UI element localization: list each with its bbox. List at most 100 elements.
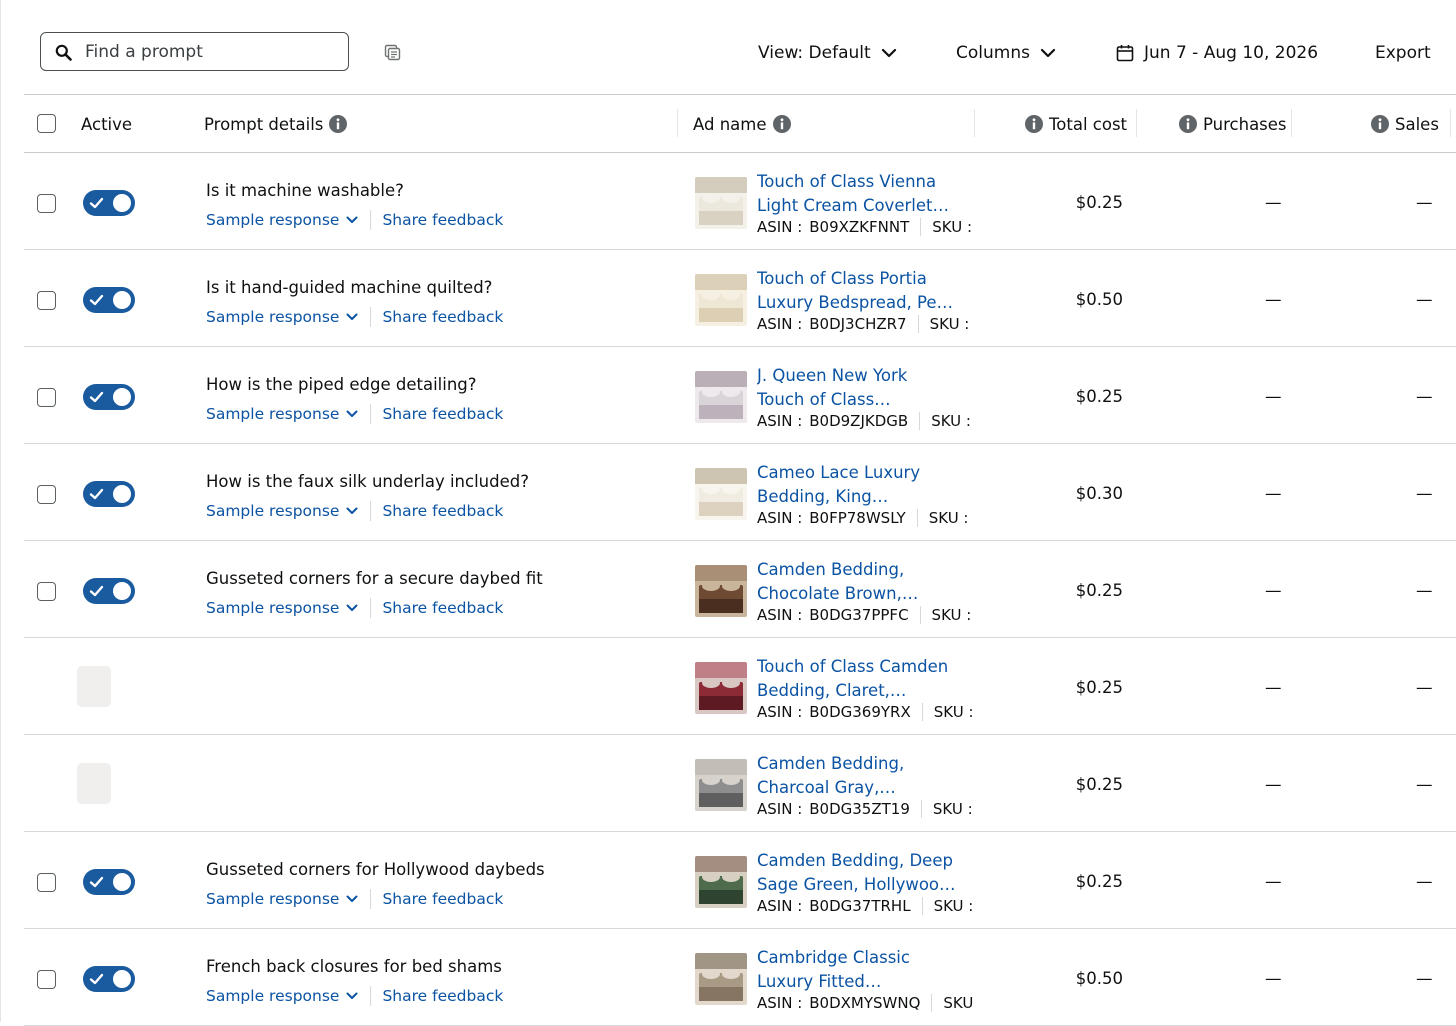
total-cost-value: $0.50 bbox=[1075, 290, 1123, 309]
prompt-actions: Sample response Share feedback bbox=[206, 985, 503, 1007]
info-icon[interactable] bbox=[772, 115, 791, 133]
date-range-picker[interactable]: Jun 7 - Aug 10, 2026 bbox=[1116, 41, 1318, 65]
total-cost-value: $0.25 bbox=[1075, 775, 1123, 794]
ad-name-line-1: J. Queen New York bbox=[757, 366, 908, 385]
ad-name-link[interactable]: Camden Bedding, Deep Sage Green, Hollywo… bbox=[757, 849, 972, 896]
sample-response-link[interactable]: Sample response bbox=[206, 502, 358, 520]
asin-label: ASIN : bbox=[757, 897, 803, 915]
columns-dropdown[interactable]: Columns bbox=[956, 41, 1056, 65]
share-feedback-link[interactable]: Share feedback bbox=[382, 599, 503, 617]
ad-meta: ASIN : B0DG369YRX SKU : bbox=[757, 702, 974, 722]
info-icon[interactable] bbox=[329, 115, 348, 133]
ad-name-link[interactable]: Camden Bedding, Charcoal Gray,… bbox=[757, 752, 972, 799]
ad-name-link[interactable]: Cambridge Classic Luxury Fitted… bbox=[757, 946, 972, 993]
active-toggle[interactable] bbox=[83, 869, 135, 895]
row-checkbox[interactable] bbox=[37, 388, 56, 407]
export-button[interactable]: Export bbox=[1375, 41, 1431, 65]
row-checkbox[interactable] bbox=[37, 485, 56, 504]
link-divider bbox=[370, 889, 372, 909]
header-purchases[interactable]: Purchases bbox=[1179, 114, 1287, 134]
asin-value: B0FP78WSLY bbox=[809, 509, 906, 527]
share-feedback-link[interactable]: Share feedback bbox=[382, 405, 503, 423]
active-toggle[interactable] bbox=[83, 190, 135, 216]
search-box[interactable] bbox=[40, 32, 349, 71]
info-icon[interactable] bbox=[1025, 115, 1043, 133]
meta-divider bbox=[919, 606, 921, 624]
header-ad-name[interactable]: Ad name bbox=[693, 114, 791, 134]
header-prompt-details[interactable]: Prompt details bbox=[204, 114, 348, 134]
sku-label: SKU : bbox=[931, 412, 971, 430]
header-total-cost[interactable]: Total cost bbox=[1025, 114, 1127, 134]
asin-label: ASIN : bbox=[757, 218, 803, 236]
ad-name-link[interactable]: Cameo Lace Luxury Bedding, King… bbox=[757, 461, 972, 508]
sample-response-link[interactable]: Sample response bbox=[206, 308, 358, 326]
share-feedback-link[interactable]: Share feedback bbox=[382, 890, 503, 908]
row-checkbox[interactable] bbox=[37, 582, 56, 601]
sku-label: SKU : bbox=[933, 703, 974, 721]
purchases-value: — bbox=[1265, 387, 1282, 406]
select-all-checkbox[interactable] bbox=[37, 114, 56, 133]
sample-response-link[interactable]: Sample response bbox=[206, 890, 358, 908]
active-toggle[interactable] bbox=[83, 578, 135, 604]
ad-name-line-2: Luxury Bedspread, Pe… bbox=[757, 292, 954, 312]
sample-response-link[interactable]: Sample response bbox=[206, 599, 358, 617]
link-divider bbox=[370, 404, 372, 424]
ad-name-link[interactable]: J. Queen New York Touch of Class… bbox=[757, 364, 972, 411]
toggle-knob bbox=[113, 194, 131, 212]
table-header: Active Prompt details Ad name Total cost… bbox=[24, 95, 1456, 152]
share-feedback-link[interactable]: Share feedback bbox=[382, 211, 503, 229]
check-icon bbox=[89, 294, 104, 306]
ad-name-line-1: Camden Bedding, Deep bbox=[757, 851, 953, 870]
copy-prompts-icon[interactable] bbox=[384, 44, 401, 61]
header-total-cost-label: Total cost bbox=[1049, 114, 1128, 134]
ad-name-line-2: Chocolate Brown,… bbox=[757, 583, 919, 603]
sales-value: — bbox=[1416, 290, 1433, 309]
row-checkbox[interactable] bbox=[37, 291, 56, 310]
column-divider bbox=[1450, 109, 1451, 137]
view-dropdown[interactable]: View: Default bbox=[758, 41, 897, 65]
prompt-actions: Sample response Share feedback bbox=[206, 888, 503, 910]
total-cost-value: $0.30 bbox=[1075, 484, 1123, 503]
info-icon[interactable] bbox=[1179, 115, 1197, 133]
ad-name-link[interactable]: Touch of Class Vienna Light Cream Coverl… bbox=[757, 170, 972, 217]
active-toggle[interactable] bbox=[83, 287, 135, 313]
sales-value: — bbox=[1416, 484, 1433, 503]
row-checkbox[interactable] bbox=[37, 873, 56, 892]
chevron-down-icon bbox=[346, 216, 358, 223]
ad-name-line-1: Camden Bedding, bbox=[757, 754, 905, 773]
calendar-icon bbox=[1116, 45, 1134, 62]
ad-meta: ASIN : B09XZKFNNT SKU : bbox=[757, 217, 972, 237]
header-active[interactable]: Active bbox=[81, 114, 132, 134]
share-feedback-link[interactable]: Share feedback bbox=[382, 308, 503, 326]
total-cost-value: $0.25 bbox=[1075, 581, 1123, 600]
table-row: Touch of Class Camden Bedding, Claret,… … bbox=[24, 638, 1456, 735]
active-toggle[interactable] bbox=[83, 481, 135, 507]
sku-label: SKU : bbox=[928, 509, 969, 527]
chevron-down-icon bbox=[346, 604, 358, 611]
search-input[interactable] bbox=[85, 39, 340, 65]
share-feedback-link[interactable]: Share feedback bbox=[382, 502, 503, 520]
row-checkbox[interactable] bbox=[37, 194, 56, 213]
sample-response-label: Sample response bbox=[206, 599, 340, 617]
row-checkbox[interactable] bbox=[37, 970, 56, 989]
ad-name-line-1: Camden Bedding, bbox=[757, 560, 905, 579]
date-range-label: Jun 7 - Aug 10, 2026 bbox=[1144, 43, 1319, 63]
ad-name-link[interactable]: Touch of Class Camden Bedding, Claret,… bbox=[757, 655, 972, 702]
sample-response-link[interactable]: Sample response bbox=[206, 211, 358, 229]
active-toggle[interactable] bbox=[83, 966, 135, 992]
link-divider bbox=[370, 501, 372, 521]
prompt-text: Gusseted corners for a secure daybed fit bbox=[206, 569, 543, 588]
sample-response-link[interactable]: Sample response bbox=[206, 987, 358, 1005]
asin-value: B09XZKFNNT bbox=[809, 218, 910, 236]
ad-name-line-1: Cameo Lace Luxury bbox=[757, 463, 921, 482]
ad-name-link[interactable]: Camden Bedding, Chocolate Brown,… bbox=[757, 558, 972, 605]
info-icon[interactable] bbox=[1371, 115, 1389, 133]
ad-name-line-2: Sage Green, Hollywoo… bbox=[757, 874, 956, 894]
link-divider bbox=[370, 307, 372, 327]
share-feedback-link[interactable]: Share feedback bbox=[382, 987, 503, 1005]
header-sales[interactable]: Sales bbox=[1371, 114, 1439, 134]
sample-response-link[interactable]: Sample response bbox=[206, 405, 358, 423]
ad-name-link[interactable]: Touch of Class Portia Luxury Bedspread, … bbox=[757, 267, 972, 314]
active-toggle[interactable] bbox=[83, 384, 135, 410]
loading-placeholder bbox=[77, 763, 111, 804]
